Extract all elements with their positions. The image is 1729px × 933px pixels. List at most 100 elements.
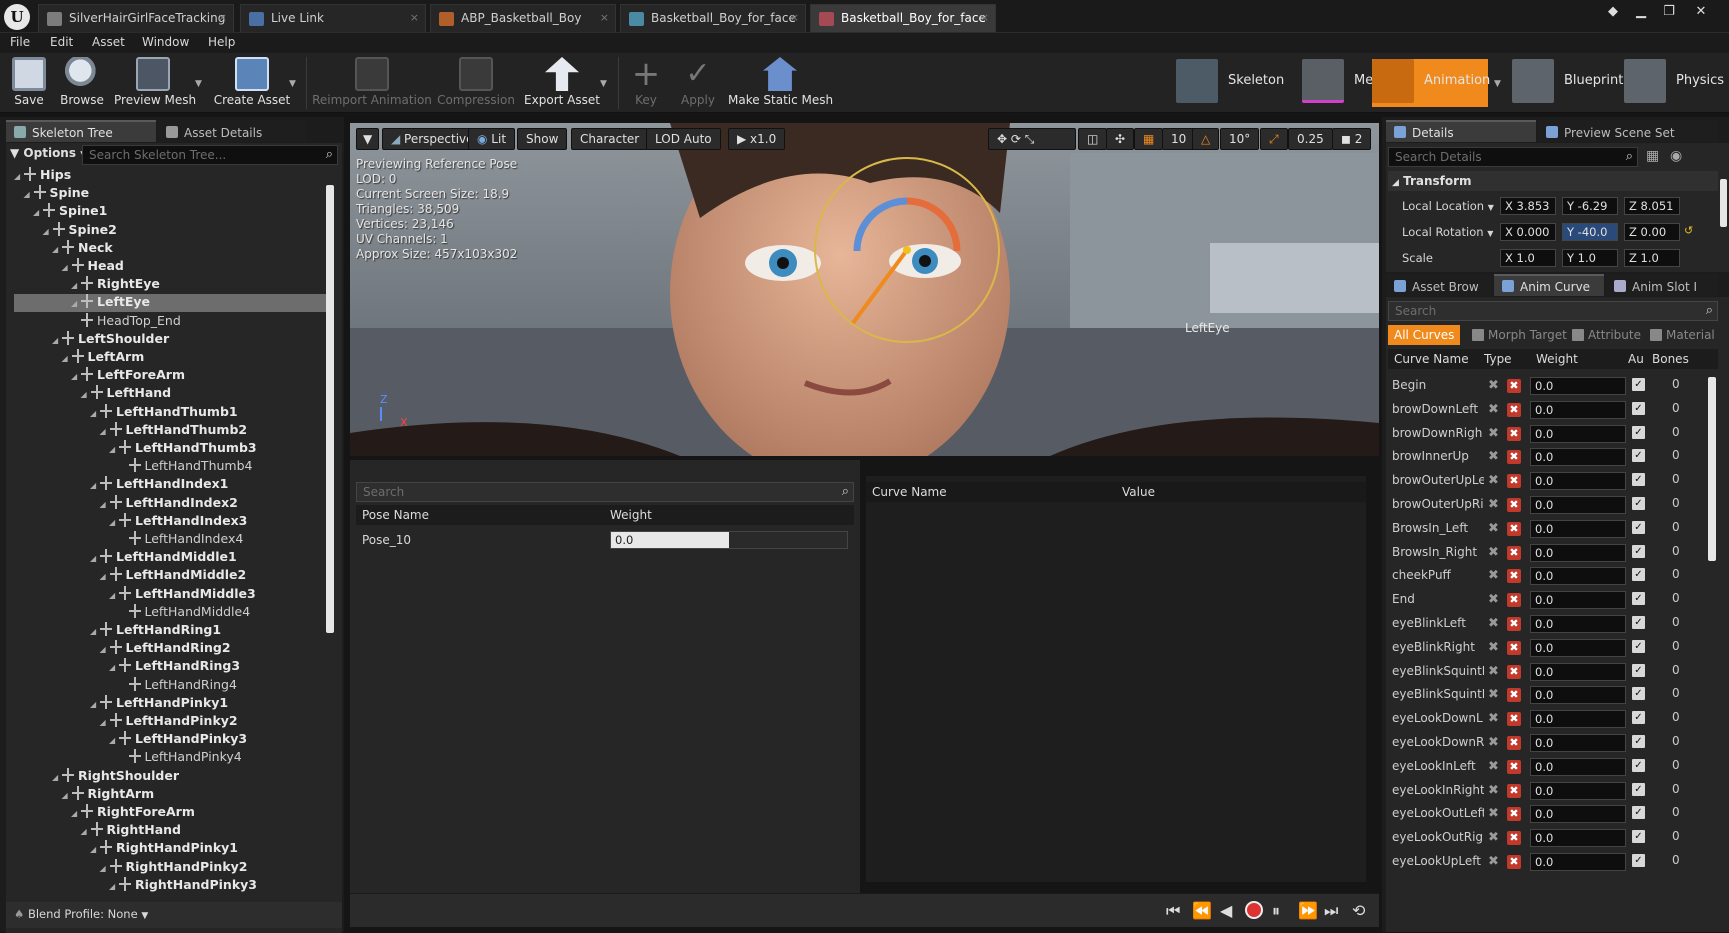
morph-target-icon[interactable]: ✖ — [1488, 759, 1502, 774]
curve-weight-field[interactable]: 0.0 — [1530, 686, 1626, 705]
material-icon[interactable]: ✖ — [1507, 712, 1521, 727]
expand-arrow-icon[interactable]: ◢ — [90, 481, 100, 490]
morph-target-icon[interactable]: ✖ — [1488, 640, 1502, 655]
auto-checkbox-icon[interactable]: ✓ — [1632, 806, 1645, 820]
rotation-snap-toggle[interactable]: △ — [1192, 128, 1220, 150]
camera-speed-button[interactable]: ◼ 2 — [1332, 128, 1372, 150]
curve-row[interactable]: eyeLookUpLeft ✖ ✖ 0.0 ✓ 0 — [1390, 849, 1710, 875]
tree-item[interactable]: ◢ LeftHandRing1 — [14, 622, 328, 640]
pose-search-input[interactable]: Search ⌕ — [356, 482, 854, 502]
tree-item[interactable]: ◢ RightEye — [14, 276, 328, 294]
tab-anim-slot[interactable]: Anim Slot I — [1606, 274, 1718, 296]
curve-row[interactable]: BrowsIn_Left ✖ ✖ 0.0 ✓ 0 — [1390, 516, 1710, 542]
curve-row[interactable]: eyeBlinkRight ✖ ✖ 0.0 ✓ 0 — [1390, 635, 1710, 661]
document-tab[interactable]: Live Link × — [240, 4, 426, 32]
material-icon[interactable]: ✖ — [1507, 498, 1521, 512]
filter-material[interactable]: Material — [1650, 328, 1715, 342]
local-location-label[interactable]: Local Location ▼ — [1402, 199, 1494, 213]
scale-snap-toggle[interactable]: ⤢ — [1260, 128, 1288, 150]
morph-target-icon[interactable]: ✖ — [1488, 712, 1502, 726]
tree-item[interactable]: LeftHandPinky4 — [14, 749, 328, 767]
morph-target-icon[interactable]: ✖ — [1488, 593, 1502, 607]
expand-arrow-icon[interactable]: ◢ — [24, 190, 34, 199]
step-forward-icon[interactable]: ⏩ — [1298, 901, 1318, 920]
auto-checkbox-icon[interactable]: ✓ — [1632, 663, 1645, 677]
show-button[interactable]: Show — [517, 128, 568, 150]
unreal-logo-icon[interactable]: U — [4, 4, 30, 30]
material-icon[interactable]: ✖ — [1507, 521, 1521, 536]
morph-target-icon[interactable]: ✖ — [1488, 545, 1502, 560]
morph-target-icon[interactable]: ✖ — [1488, 474, 1502, 488]
tab-preview-scene-settings[interactable]: Preview Scene Set — [1538, 120, 1718, 142]
material-icon[interactable]: ✖ — [1507, 640, 1521, 655]
material-icon[interactable]: ✖ — [1507, 807, 1521, 822]
auto-checkbox-icon[interactable]: ✓ — [1632, 758, 1645, 772]
curve-row[interactable]: cheekPuff ✖ ✖ 0.0 ✓ 0 — [1390, 563, 1710, 589]
pose-name-column[interactable]: Pose Name — [362, 508, 429, 522]
material-icon[interactable]: ✖ — [1507, 545, 1521, 560]
auto-checkbox-icon[interactable]: ✓ — [1632, 711, 1645, 725]
material-icon[interactable]: ✖ — [1507, 450, 1521, 465]
expand-arrow-icon[interactable]: ◢ — [90, 845, 100, 854]
key-button[interactable]: + Key — [626, 55, 666, 111]
skeleton-search-input[interactable]: Search Skeleton Tree... ⌕ — [82, 145, 338, 165]
tree-item[interactable]: LeftHandMiddle4 — [14, 603, 328, 622]
preview-mesh-button[interactable]: Preview Mesh — [114, 55, 196, 111]
curve-weight-field[interactable]: 0.0 — [1530, 853, 1626, 871]
rotation-z-field[interactable]: Z 0.00 — [1624, 223, 1680, 241]
tree-item[interactable]: LeftHandThumb4 — [14, 458, 328, 476]
tree-item[interactable]: ◢ LeftHandRing3 — [14, 658, 328, 676]
loop-icon[interactable]: ⟲ — [1352, 901, 1365, 920]
curve-row[interactable]: Begin ✖ ✖ 0.0 ✓ 0 — [1390, 373, 1710, 399]
tree-item[interactable]: ◢ Hips — [14, 167, 328, 185]
tree-item[interactable]: ◢ LeftHandRing2 — [14, 640, 328, 658]
close-tab-icon[interactable]: × — [790, 11, 799, 24]
weight-column[interactable]: Weight — [1536, 352, 1578, 366]
filter-all-curves[interactable]: All Curves — [1388, 325, 1461, 345]
material-icon[interactable]: ✖ — [1507, 831, 1521, 846]
material-icon[interactable]: ✖ — [1507, 569, 1521, 584]
curve-weight-field[interactable]: 0.0 — [1530, 424, 1626, 443]
local-rotation-label[interactable]: Local Rotation ▼ — [1402, 225, 1493, 239]
curve-weight-field[interactable]: 0.0 — [1530, 710, 1626, 729]
feedback-icon[interactable]: ◆ — [1600, 3, 1626, 21]
curve-row[interactable]: browDownLeft ✖ ✖ 0.0 ✓ 0 — [1390, 397, 1710, 423]
blend-profile-dropdown[interactable]: ♠ Blend Profile: None ▼ — [6, 902, 342, 928]
auto-checkbox-icon[interactable]: ✓ — [1632, 568, 1645, 582]
table-row[interactable]: Pose_10 0.0 — [356, 528, 854, 554]
morph-target-icon[interactable]: ✖ — [1488, 450, 1502, 464]
auto-checkbox-icon[interactable]: ✓ — [1632, 782, 1645, 796]
expand-arrow-icon[interactable]: ◢ — [52, 336, 62, 345]
tree-item[interactable]: ◢ LeftHandPinky1 — [14, 694, 328, 713]
expand-arrow-icon[interactable]: ◢ — [81, 390, 91, 399]
bones-column[interactable]: Bones — [1652, 352, 1689, 366]
tab-asset-details[interactable]: Asset Details — [158, 120, 306, 142]
tree-item[interactable]: ◢ RightShoulder — [14, 767, 328, 786]
tree-item[interactable]: ◢ Neck — [14, 239, 328, 258]
curve-search-input[interactable]: Search ⌕ — [1388, 301, 1718, 321]
expand-arrow-icon[interactable]: ◢ — [100, 645, 110, 654]
material-icon[interactable]: ✖ — [1507, 783, 1521, 798]
material-icon[interactable]: ✖ — [1507, 379, 1521, 393]
expand-arrow-icon[interactable]: ◢ — [100, 427, 110, 436]
curve-row[interactable]: eyeBlinkSquintL ✖ ✖ 0.0 ✓ 0 — [1390, 659, 1710, 685]
tab-anim-curves[interactable]: Anim Curve — [1494, 274, 1604, 296]
morph-target-icon[interactable]: ✖ — [1488, 521, 1502, 536]
curve-weight-field[interactable]: 0.0 — [1530, 591, 1626, 610]
tree-item[interactable]: ◢ RightHandPinky3 — [14, 876, 328, 895]
morph-target-icon[interactable]: ✖ — [1488, 807, 1502, 821]
material-icon[interactable]: ✖ — [1507, 426, 1521, 441]
pause-icon[interactable]: ⏸ — [1272, 901, 1280, 921]
filter-morph-target[interactable]: Morph Target — [1472, 328, 1567, 342]
menu-edit[interactable]: Edit — [50, 35, 73, 49]
curve-row[interactable]: browInnerUp ✖ ✖ 0.0 ✓ 0 — [1390, 444, 1710, 470]
make-static-mesh-button[interactable]: Make Static Mesh — [728, 55, 833, 111]
curve-row[interactable]: browOuterUpRig ✖ ✖ 0.0 ✓ 0 — [1390, 492, 1710, 518]
menu-help[interactable]: Help — [208, 35, 235, 49]
morph-target-icon[interactable]: ✖ — [1488, 688, 1502, 702]
curve-row[interactable]: End ✖ ✖ 0.0 ✓ 0 — [1390, 587, 1710, 613]
location-y-field[interactable]: Y -6.29 — [1562, 197, 1618, 215]
tree-item[interactable]: ◢ Spine2 — [14, 221, 328, 240]
morph-target-icon[interactable]: ✖ — [1488, 664, 1502, 679]
create-asset-button[interactable]: Create Asset — [212, 55, 292, 111]
